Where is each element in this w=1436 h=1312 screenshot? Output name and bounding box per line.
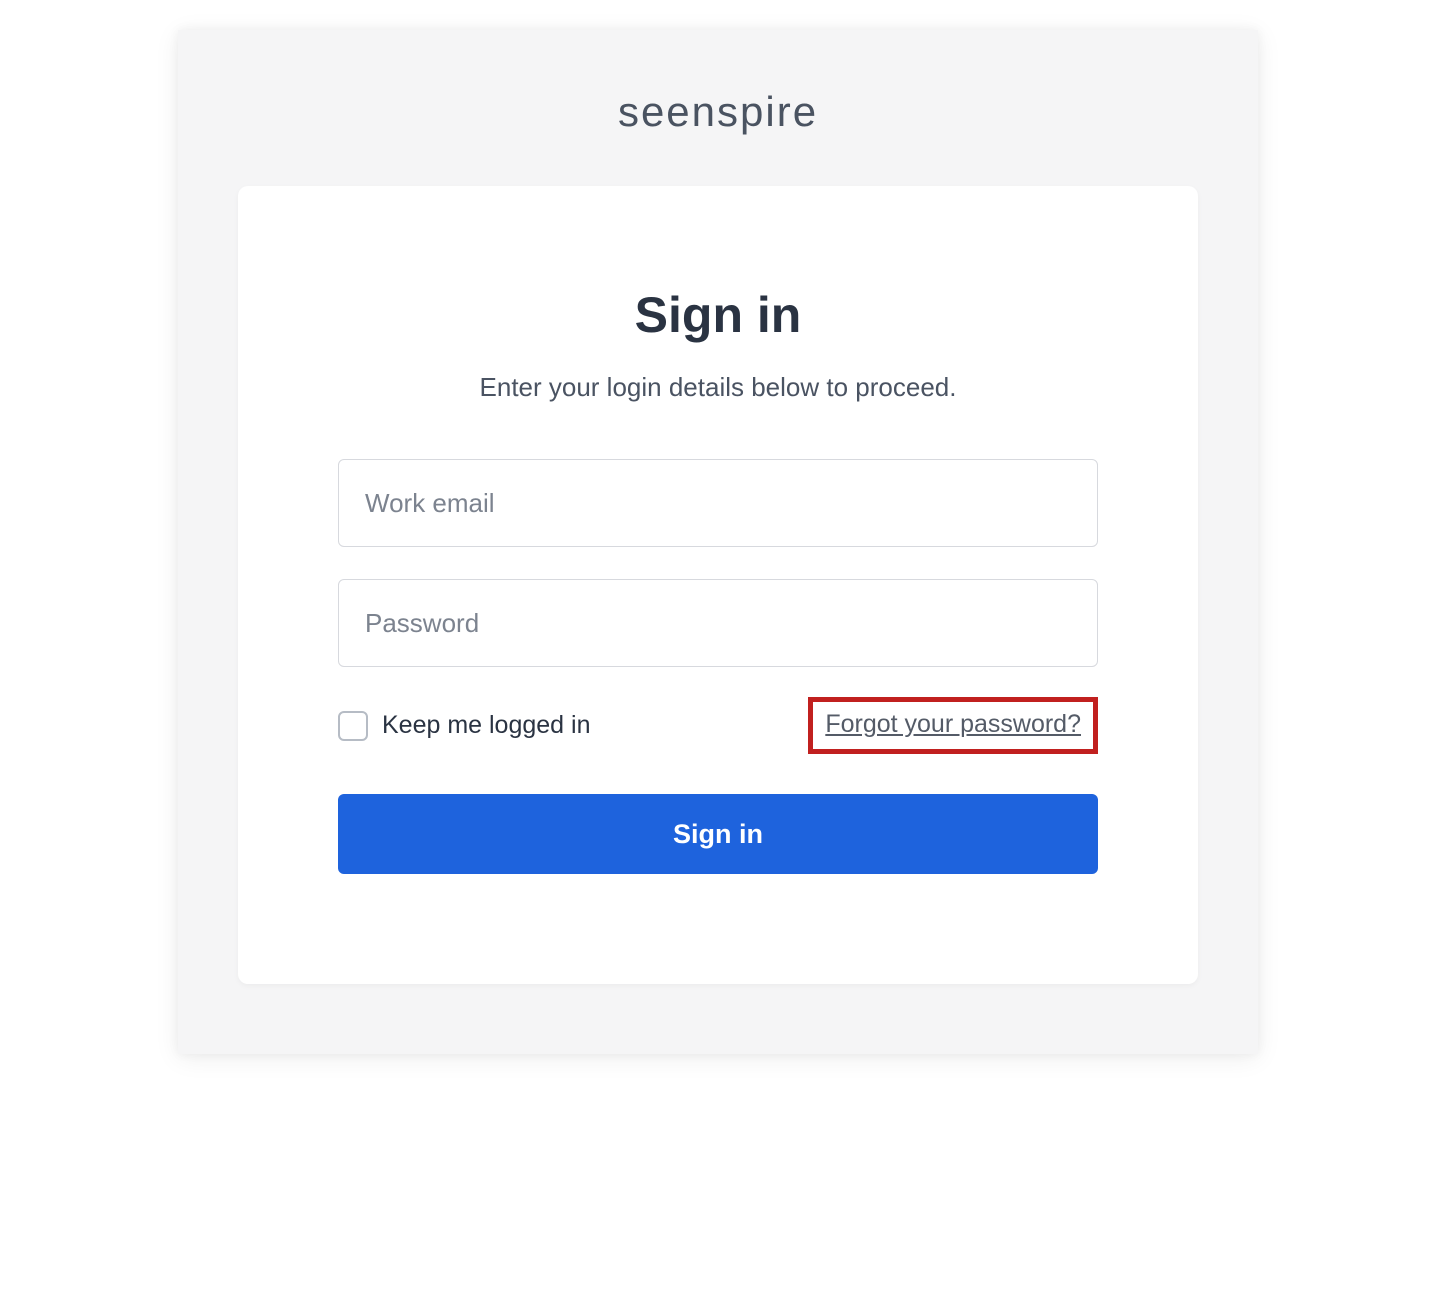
signin-button[interactable]: Sign in (338, 794, 1098, 874)
signin-card: Sign in Enter your login details below t… (238, 186, 1198, 984)
svg-text:seenspire: seenspire (618, 90, 818, 135)
forgot-password-link[interactable]: Forgot your password? (825, 710, 1081, 738)
page-container: seenspire Sign in Enter your login detai… (178, 30, 1258, 1054)
seenspire-logo-icon: seenspire (568, 90, 868, 136)
keep-logged-in-checkbox[interactable] (338, 711, 368, 741)
signin-heading: Sign in (338, 286, 1098, 344)
forgot-password-highlight: Forgot your password? (808, 697, 1098, 754)
keep-logged-in-label: Keep me logged in (382, 711, 590, 740)
signin-subheading: Enter your login details below to procee… (338, 372, 1098, 403)
password-input[interactable] (338, 579, 1098, 667)
keep-logged-in-wrap[interactable]: Keep me logged in (338, 711, 590, 741)
brand-logo: seenspire (238, 90, 1198, 141)
work-email-input[interactable] (338, 459, 1098, 547)
options-row: Keep me logged in Forgot your password? (338, 697, 1098, 754)
